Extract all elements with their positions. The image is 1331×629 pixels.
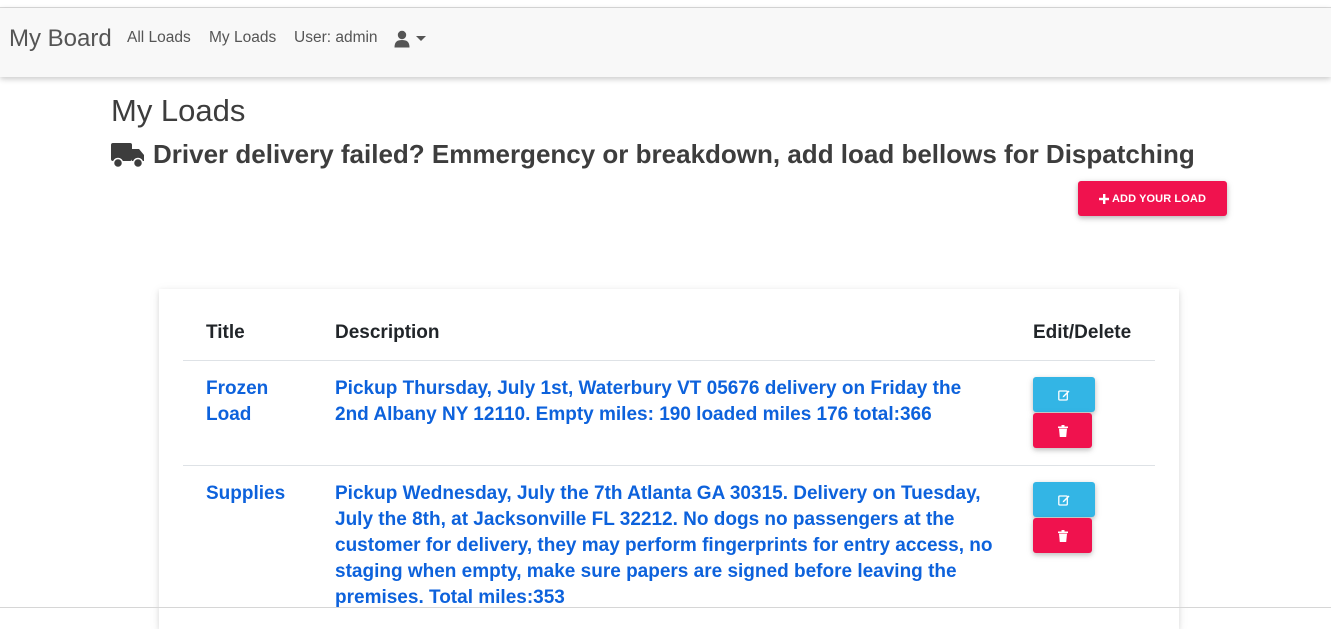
user-menu-dropdown[interactable] [394, 27, 430, 51]
row-1-description[interactable]: Pickup Thursday, July 1st, Waterbury VT … [335, 376, 1000, 428]
trash-icon [1057, 529, 1068, 542]
edit-icon [1058, 494, 1070, 506]
edit-icon [1058, 389, 1070, 401]
row-1-title[interactable]: Frozen Load [206, 376, 316, 428]
header-description: Description [335, 322, 440, 343]
nav-my-loads[interactable]: My Loads [209, 29, 276, 47]
row-1-edit-button[interactable] [1033, 377, 1095, 412]
plus-icon [1099, 193, 1109, 204]
page-title: My Loads [111, 93, 246, 128]
header-edit-delete: Edit/Delete [1033, 322, 1132, 343]
navbar: My Board All Loads My Loads User: admin [0, 8, 1331, 77]
caret-down-icon [416, 36, 426, 41]
nav-all-loads[interactable]: All Loads [127, 29, 191, 47]
row-2-delete-button[interactable] [1033, 518, 1092, 553]
row-2-title[interactable]: Supplies [206, 481, 316, 507]
add-load-label: ADD YOUR LOAD [1112, 192, 1206, 205]
header-divider [183, 360, 1155, 361]
trash-icon [1057, 424, 1068, 437]
page-subtitle: Driver delivery failed? Emmergency or br… [111, 139, 1195, 170]
subtitle-text: Driver delivery failed? Emmergency or br… [153, 139, 1195, 169]
brand-link[interactable]: My Board [9, 25, 112, 53]
user-icon [394, 30, 410, 48]
truck-icon [111, 142, 144, 168]
add-load-button[interactable]: ADD YOUR LOAD [1078, 181, 1227, 216]
row-2-edit-button[interactable] [1033, 482, 1095, 517]
header-title: Title [206, 322, 245, 343]
viewport-bottom-border [0, 607, 1331, 608]
nav-user-label: User: admin [294, 29, 378, 46]
row-2-description[interactable]: Pickup Wednesday, July the 7th Atlanta G… [335, 481, 1000, 611]
row-divider [183, 465, 1155, 466]
row-1-delete-button[interactable] [1033, 413, 1092, 448]
top-border [0, 0, 1331, 8]
